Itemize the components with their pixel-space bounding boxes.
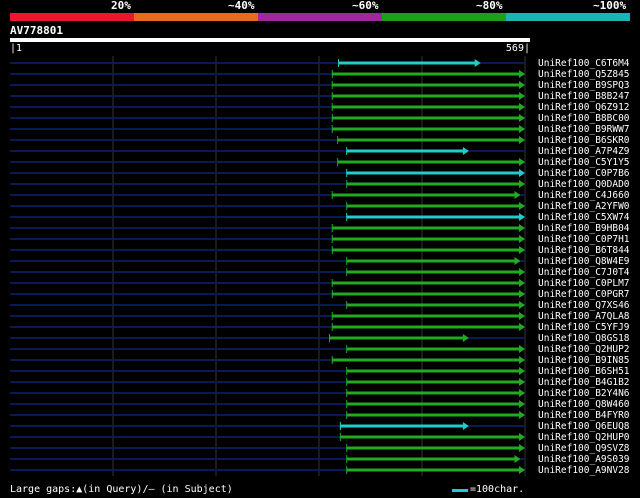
footer-gaps-legend: Large gaps:▲(in Query)/– (in Subject) bbox=[10, 484, 233, 495]
hit-label[interactable]: UniRef100_B8B247 bbox=[538, 91, 630, 102]
hit-label[interactable]: UniRef100_A2YFW0 bbox=[538, 201, 630, 212]
hit-end-arrow bbox=[514, 257, 521, 265]
hit-end-arrow bbox=[519, 444, 525, 452]
hit-end-arrow bbox=[519, 180, 525, 188]
hit-label[interactable]: UniRef100_Q0DAD0 bbox=[538, 179, 630, 190]
hit-end-arrow bbox=[519, 202, 525, 210]
hit-label[interactable]: UniRef100_C7J0T4 bbox=[538, 267, 630, 278]
hit-label[interactable]: UniRef100_C5Y1Y5 bbox=[538, 157, 630, 168]
scale-label: ~40% bbox=[228, 0, 255, 12]
hit-label[interactable]: UniRef100_B6SH51 bbox=[538, 366, 630, 377]
hit-label[interactable]: UniRef100_Q5Z845 bbox=[538, 69, 630, 80]
hit-end-arrow bbox=[519, 70, 525, 78]
hit-end-arrow bbox=[514, 455, 521, 463]
hit-label[interactable]: UniRef100_C6T6M4 bbox=[538, 58, 630, 69]
hit-label[interactable]: UniRef100_Q7XS46 bbox=[538, 300, 630, 311]
hit-end-arrow bbox=[519, 301, 525, 309]
hit-end-arrow bbox=[519, 400, 525, 408]
hit-label[interactable]: UniRef100_C0P7B6 bbox=[538, 168, 630, 179]
hit-end-arrow bbox=[519, 268, 525, 276]
hit-label[interactable]: UniRef100_Q8GS18 bbox=[538, 333, 630, 344]
hit-end-arrow bbox=[519, 81, 525, 89]
hit-label[interactable]: UniRef100_A9S039 bbox=[538, 454, 630, 465]
hit-end-arrow bbox=[519, 433, 525, 441]
hit-label[interactable]: UniRef100_Q6Z912 bbox=[538, 102, 630, 113]
hit-label[interactable]: UniRef100_B4G1B2 bbox=[538, 377, 630, 388]
hit-label[interactable]: UniRef100_B6SKR0 bbox=[538, 135, 630, 146]
hit-end-arrow bbox=[519, 323, 525, 331]
hit-end-arrow bbox=[519, 411, 525, 419]
hit-end-arrow bbox=[519, 356, 525, 364]
hit-end-arrow bbox=[519, 345, 525, 353]
hit-label[interactable]: UniRef100_B8BC00 bbox=[538, 113, 630, 124]
hit-end-arrow bbox=[462, 422, 469, 430]
hit-label[interactable]: UniRef100_Q2HUP2 bbox=[538, 344, 630, 355]
hit-end-arrow bbox=[519, 279, 525, 287]
hit-end-arrow bbox=[462, 147, 469, 155]
hit-label[interactable]: UniRef100_C0PLM7 bbox=[538, 278, 630, 289]
hit-end-arrow bbox=[519, 378, 525, 386]
hit-end-arrow bbox=[519, 367, 525, 375]
hit-label[interactable]: UniRef100_B9SPQ3 bbox=[538, 80, 630, 91]
hit-end-arrow bbox=[474, 59, 481, 67]
hit-label[interactable]: UniRef100_Q9SVZ8 bbox=[538, 443, 630, 454]
hit-label[interactable]: UniRef100_B9RWW7 bbox=[538, 124, 630, 135]
hit-end-arrow bbox=[519, 103, 525, 111]
hit-end-arrow bbox=[519, 213, 525, 221]
hit-label[interactable]: UniRef100_A7QLA8 bbox=[538, 311, 630, 322]
hit-label[interactable]: UniRef100_Q8W460 bbox=[538, 399, 630, 410]
hit-end-arrow bbox=[519, 136, 525, 144]
hit-label[interactable]: UniRef100_B9IN85 bbox=[538, 355, 630, 366]
hit-end-arrow bbox=[519, 466, 525, 474]
hit-label[interactable]: UniRef100_Q2HUP0 bbox=[538, 432, 630, 443]
hit-label[interactable]: UniRef100_B4FYR0 bbox=[538, 410, 630, 421]
hit-end-arrow bbox=[519, 235, 525, 243]
scale-label: 20% bbox=[111, 0, 131, 12]
hit-end-arrow bbox=[519, 290, 525, 298]
hit-label[interactable]: UniRef100_A9NV28 bbox=[538, 465, 630, 476]
hit-end-arrow bbox=[519, 312, 525, 320]
hit-label[interactable]: UniRef100_C0PGR7 bbox=[538, 289, 630, 300]
hit-end-arrow bbox=[462, 334, 469, 342]
hit-end-arrow bbox=[519, 246, 525, 254]
hit-end-arrow bbox=[519, 114, 525, 122]
hit-end-arrow bbox=[519, 169, 525, 177]
hit-label[interactable]: UniRef100_B2Y4N6 bbox=[538, 388, 630, 399]
hit-label[interactable]: UniRef100_C4J660 bbox=[538, 190, 630, 201]
scale-label: ~100% bbox=[593, 0, 627, 12]
hit-label[interactable]: UniRef100_Q8W4E9 bbox=[538, 256, 630, 267]
hit-end-arrow bbox=[519, 125, 525, 133]
hit-label[interactable]: UniRef100_C0P7H1 bbox=[538, 234, 630, 245]
hit-end-arrow bbox=[514, 191, 521, 199]
scale-label: ~80% bbox=[476, 0, 503, 12]
hit-end-arrow bbox=[519, 158, 525, 166]
hit-label[interactable]: UniRef100_C5XW74 bbox=[538, 212, 630, 223]
hit-label[interactable]: UniRef100_C5YFJ9 bbox=[538, 322, 630, 333]
hit-label[interactable]: UniRef100_Q6EUQ8 bbox=[538, 421, 630, 432]
footer-scale-line bbox=[452, 489, 468, 492]
scale-label: ~60% bbox=[352, 0, 379, 12]
hit-label[interactable]: UniRef100_B6T844 bbox=[538, 245, 630, 256]
hit-label[interactable]: UniRef100_B9HB04 bbox=[538, 223, 630, 234]
footer-scale-legend: =100char. bbox=[470, 484, 525, 495]
hit-end-arrow bbox=[519, 92, 525, 100]
hit-label[interactable]: UniRef100_A7P4Z9 bbox=[538, 146, 630, 157]
hit-end-arrow bbox=[519, 389, 525, 397]
hit-end-arrow bbox=[519, 224, 525, 232]
